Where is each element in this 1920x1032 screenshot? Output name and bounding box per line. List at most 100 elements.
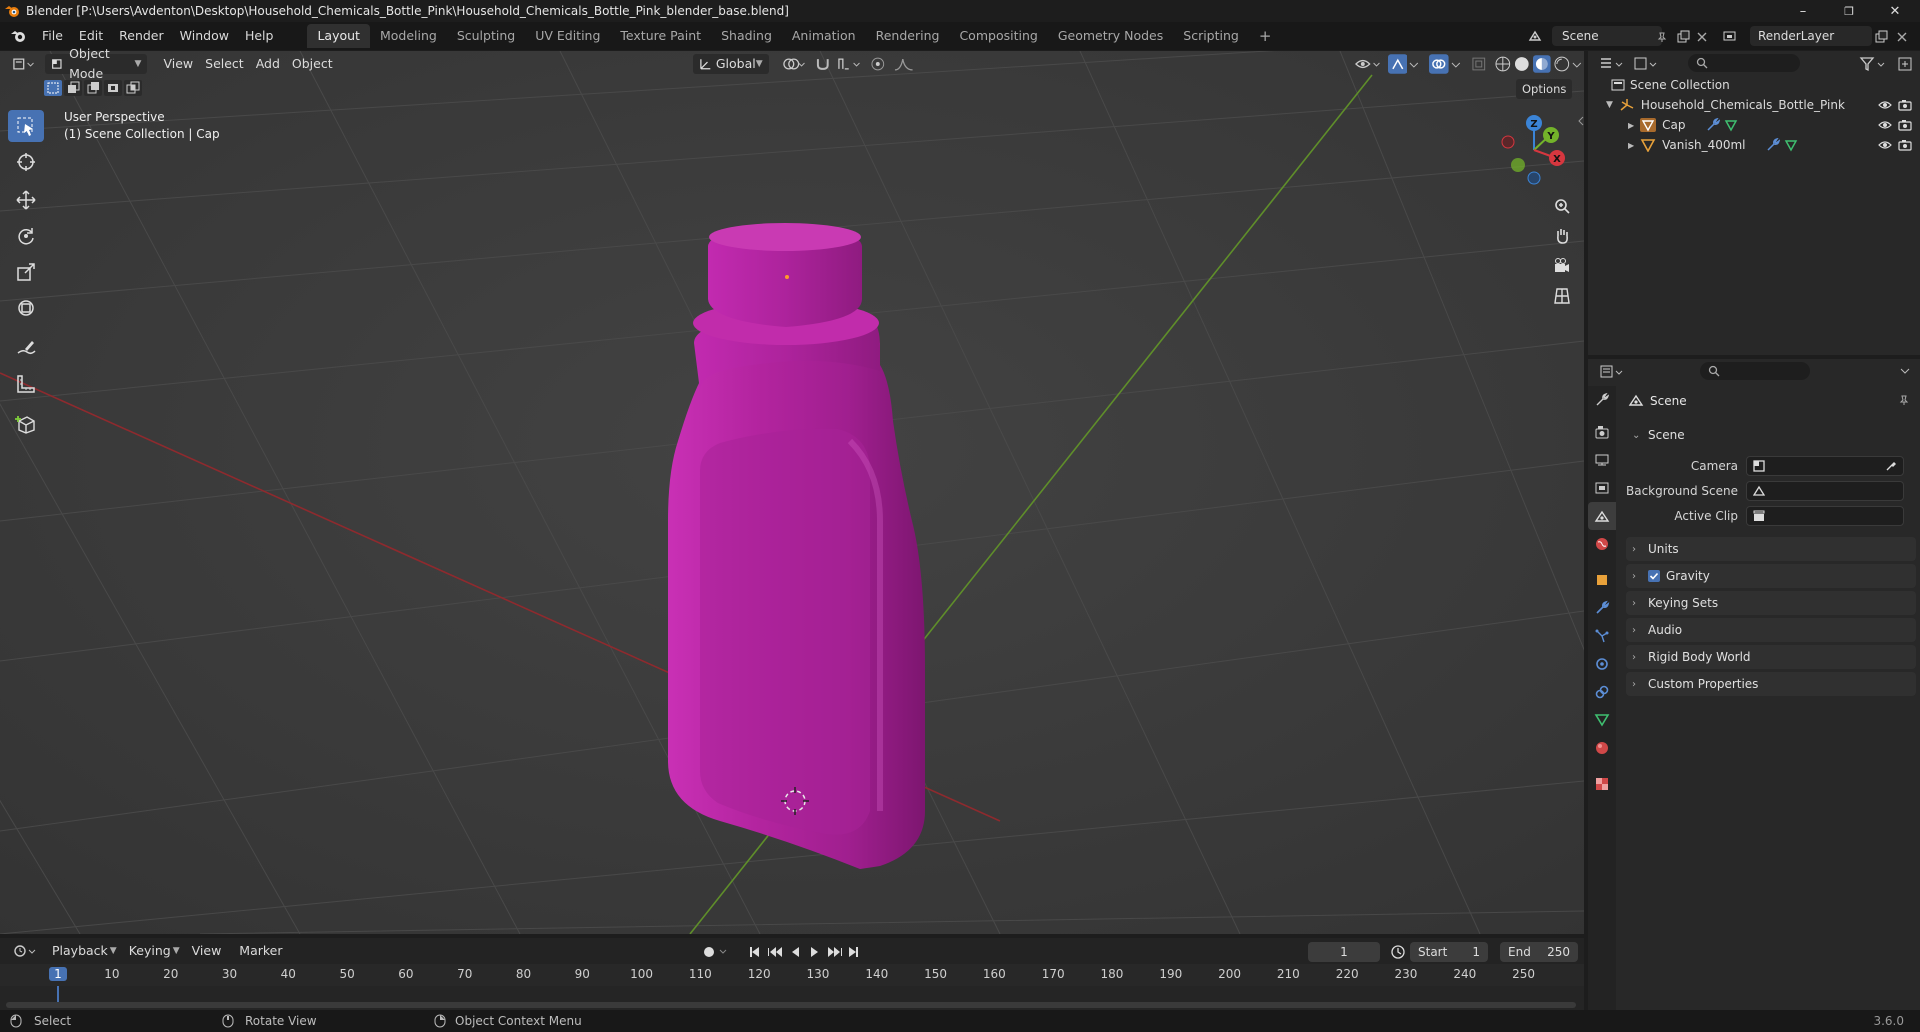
overlays-toggle-icon[interactable] <box>1428 54 1449 74</box>
new-collection-icon[interactable] <box>1896 55 1914 73</box>
3d-viewport[interactable] <box>0 51 1584 934</box>
visibility-selectability-icon[interactable] <box>1354 55 1381 73</box>
jump-start-icon[interactable] <box>750 947 759 957</box>
camera-field[interactable] <box>1746 456 1904 476</box>
timeline-menu-playback[interactable]: Playback <box>46 941 114 961</box>
tab-object[interactable] <box>1588 566 1616 594</box>
timeline-editor-type-icon[interactable] <box>12 942 38 960</box>
expand-arrow-icon[interactable]: ▼ <box>1606 100 1613 110</box>
maximize-button[interactable]: ❐ <box>1826 0 1872 22</box>
tab-texture[interactable] <box>1588 770 1616 798</box>
frame-ruler[interactable]: 1 10 20 30 40 50 60 70 80 90 100 110 120 130 140 150 160… <box>0 964 1584 986</box>
rendered-shading-icon[interactable] <box>1553 55 1571 73</box>
panel-custom-properties[interactable]: › Custom Properties <box>1626 672 1916 696</box>
cursor-tool[interactable] <box>8 146 44 178</box>
pivot-point-icon[interactable] <box>781 55 806 73</box>
editor-type-icon[interactable] <box>10 55 35 73</box>
render-camera-icon[interactable] <box>1898 99 1912 111</box>
timeline-scrollbar[interactable] <box>6 1002 1576 1008</box>
active-clip-field[interactable] <box>1746 506 1904 526</box>
background-scene-field[interactable] <box>1746 481 1904 501</box>
jump-keyframe-back-icon[interactable] <box>768 947 782 957</box>
timeline-menu-view[interactable]: View <box>186 941 228 961</box>
select-subtract-icon[interactable] <box>84 80 102 96</box>
tab-scene[interactable] <box>1588 502 1616 530</box>
tab-data[interactable] <box>1588 706 1616 734</box>
viewport-menu-select[interactable]: Select <box>199 54 250 74</box>
play-icon[interactable] <box>811 947 818 957</box>
annotate-tool[interactable] <box>8 332 44 364</box>
tab-layout[interactable]: Layout <box>307 24 370 48</box>
properties-editor-type-icon[interactable] <box>1598 363 1626 381</box>
tab-view-layer[interactable] <box>1588 474 1616 502</box>
end-frame-field[interactable]: End 250 <box>1500 942 1578 962</box>
tab-scripting[interactable]: Scripting <box>1173 24 1249 48</box>
add-workspace-button[interactable]: + <box>1249 24 1282 48</box>
xray-toggle-icon[interactable] <box>1470 55 1488 73</box>
properties-search-input[interactable] <box>1700 362 1810 380</box>
tab-geometry-nodes[interactable]: Geometry Nodes <box>1048 24 1173 48</box>
scene-selector[interactable]: Scene <box>1552 26 1662 46</box>
new-view-layer-icon[interactable] <box>1874 30 1888 44</box>
outliner-editor-type-icon[interactable] <box>1598 55 1626 73</box>
camera-view-button[interactable] <box>1548 252 1576 280</box>
playback-controls[interactable] <box>748 944 860 960</box>
modifier-wrench-icon[interactable] <box>1766 138 1780 152</box>
material-preview-shading-icon[interactable] <box>1533 55 1551 73</box>
select-box-tool[interactable] <box>8 110 44 142</box>
scene-icon[interactable] <box>1528 29 1542 43</box>
add-cube-tool[interactable] <box>8 408 44 440</box>
mode-selector[interactable]: Object Mode ▼ <box>45 46 148 81</box>
navigation-gizmo[interactable]: Z Y X <box>1494 110 1574 190</box>
tab-particles[interactable] <box>1588 622 1616 650</box>
view-layer-selector[interactable]: RenderLayer <box>1750 26 1872 46</box>
current-frame-field[interactable]: 1 <box>1308 942 1380 962</box>
viewport-menu-view[interactable]: View <box>157 54 199 74</box>
panel-scene-header[interactable]: ⌄ Scene <box>1626 423 1916 447</box>
eyedropper-icon[interactable] <box>1885 460 1897 472</box>
auto-keying-toggle[interactable] <box>700 944 730 960</box>
overlays-dropdown-icon[interactable] <box>1449 55 1463 73</box>
select-new-icon[interactable] <box>44 80 62 96</box>
gravity-checkbox[interactable] <box>1648 570 1660 582</box>
tab-physics[interactable] <box>1588 650 1616 678</box>
transform-tool[interactable] <box>8 292 44 324</box>
close-window-button[interactable]: ✕ <box>1872 0 1918 22</box>
solid-shading-icon[interactable] <box>1513 55 1531 73</box>
zoom-button[interactable] <box>1548 192 1576 220</box>
tab-animation[interactable]: Animation <box>782 24 866 48</box>
blender-menu-icon[interactable] <box>10 29 28 43</box>
render-camera-icon[interactable] <box>1898 139 1912 151</box>
viewport-menu-object[interactable]: Object <box>286 54 339 74</box>
pan-button[interactable] <box>1548 222 1576 250</box>
panel-audio[interactable]: › Audio <box>1626 618 1916 642</box>
mesh-data-icon[interactable] <box>1724 118 1738 132</box>
snap-target-icon[interactable] <box>836 55 861 73</box>
shading-dropdown-icon[interactable] <box>1570 55 1584 73</box>
options-button[interactable]: Options <box>1516 79 1573 99</box>
display-mode-icon[interactable] <box>1632 55 1660 73</box>
gizmo-toggle-icon[interactable] <box>1387 54 1408 74</box>
tab-compositing[interactable]: Compositing <box>949 24 1047 48</box>
proportional-edit-icon[interactable] <box>869 55 887 73</box>
sidebar-toggle-icon[interactable] <box>1578 116 1584 126</box>
move-tool[interactable] <box>8 184 44 216</box>
tab-tool[interactable] <box>1588 386 1616 414</box>
outliner-item-vanish[interactable]: ▶ Vanish_400ml <box>1588 135 1920 155</box>
new-scene-icon[interactable] <box>1676 30 1690 44</box>
filter-icon[interactable] <box>1858 55 1888 73</box>
timeline-menu-keying[interactable]: Keying <box>123 941 177 961</box>
outliner-scene-collection[interactable]: Scene Collection <box>1588 75 1920 95</box>
panel-rigid-body-world[interactable]: › Rigid Body World <box>1626 645 1916 669</box>
outliner-item-bottle-empty[interactable]: ▼ Household_Chemicals_Bottle_Pink <box>1588 95 1920 115</box>
menu-help[interactable]: Help <box>237 25 282 47</box>
menu-window[interactable]: Window <box>172 25 237 47</box>
expand-arrow-icon[interactable]: ▶ <box>1628 141 1634 150</box>
mesh-data-icon[interactable] <box>1784 138 1798 152</box>
transform-orientation-selector[interactable]: Global ▼ <box>692 54 769 74</box>
select-intersect-icon[interactable] <box>124 80 142 96</box>
outliner-item-cap[interactable]: ▶ Cap <box>1588 115 1920 135</box>
view-layer-icon[interactable] <box>1722 29 1738 43</box>
tab-texture-paint[interactable]: Texture Paint <box>610 24 711 48</box>
viewport-menu-add[interactable]: Add <box>250 54 286 74</box>
